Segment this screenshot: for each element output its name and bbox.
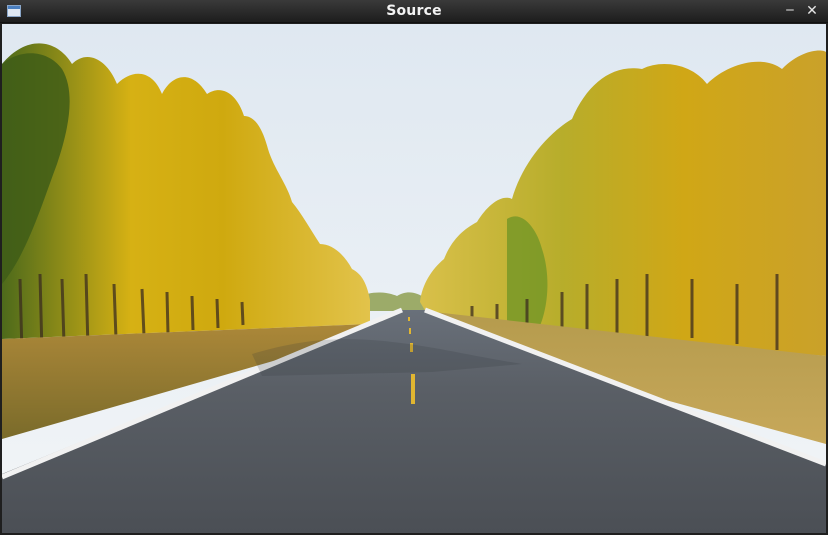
image-canvas: [2, 24, 826, 533]
image-viewer-window: Source ‒ ✕: [0, 0, 828, 535]
minimize-icon[interactable]: ‒: [782, 2, 798, 18]
close-icon[interactable]: ✕: [804, 3, 820, 19]
road-photo: [2, 24, 826, 533]
window-title: Source: [386, 3, 442, 19]
window-titlebar[interactable]: Source ‒ ✕: [0, 0, 828, 23]
